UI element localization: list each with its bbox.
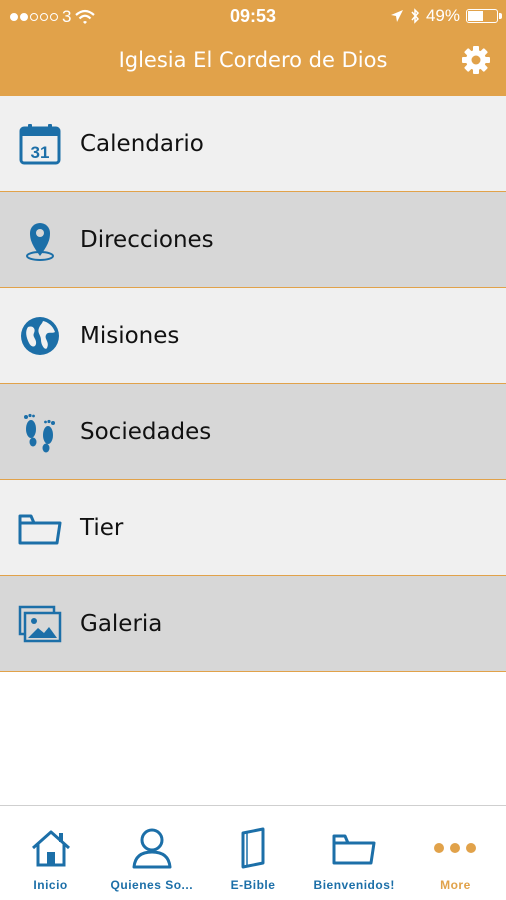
menu-item-misiones[interactable]: Misiones [0,288,506,384]
tab-inicio[interactable]: Inicio [0,806,101,900]
tab-bar: Inicio Quienes So... E-Bible Bienvenidos… [0,805,506,900]
menu-item-sociedades[interactable]: Sociedades [0,384,506,480]
tab-quienes-somos[interactable]: Quienes So... [101,806,202,900]
status-right: 49% [390,6,502,26]
bluetooth-icon [411,8,419,24]
menu-item-tier[interactable]: Tier [0,480,506,576]
tab-label: E-Bible [230,878,276,892]
tab-e-bible[interactable]: E-Bible [202,806,303,900]
book-icon [231,826,275,870]
globe-icon [18,314,62,358]
menu-item-direcciones[interactable]: Direcciones [0,192,506,288]
folder-icon [18,506,62,550]
tab-label: Quienes So... [110,878,194,892]
gallery-icon [18,602,62,646]
menu-item-galeria[interactable]: Galeria [0,576,506,672]
gear-icon[interactable] [460,44,492,76]
calendar-icon: 31 [18,122,62,166]
tab-label: Inicio [33,878,68,892]
person-icon [130,826,174,870]
calendar-icon-day: 31 [31,143,50,162]
status-bar: 3 09:53 49% [0,0,506,34]
menu-item-label: Galeria [80,610,163,637]
folder-icon [332,826,376,870]
menu-item-label: Calendario [80,130,204,157]
menu-item-label: Tier [80,514,124,541]
home-icon [29,826,73,870]
battery-icon [466,9,502,23]
tab-label: More [440,878,471,892]
battery-level [468,11,483,21]
footprints-icon [18,410,62,454]
menu-item-calendario[interactable]: 31 Calendario [0,96,506,192]
more-icon [433,826,477,870]
menu-item-label: Sociedades [80,418,212,445]
tab-bienvenidos[interactable]: Bienvenidos! [304,806,405,900]
menu-list: 31 Calendario Direcciones Misiones Socie… [0,96,506,672]
page-title: Iglesia El Cordero de Dios [118,48,388,72]
tab-label: Bienvenidos! [313,878,395,892]
battery-percent: 49% [425,6,460,25]
menu-item-label: Direcciones [80,226,214,253]
header: 3 09:53 49% Iglesia El Cordero de Dios [0,0,506,96]
location-arrow-icon [390,10,403,22]
menu-item-label: Misiones [80,322,180,349]
map-pin-icon [18,218,62,262]
tab-more[interactable]: More [405,806,506,900]
